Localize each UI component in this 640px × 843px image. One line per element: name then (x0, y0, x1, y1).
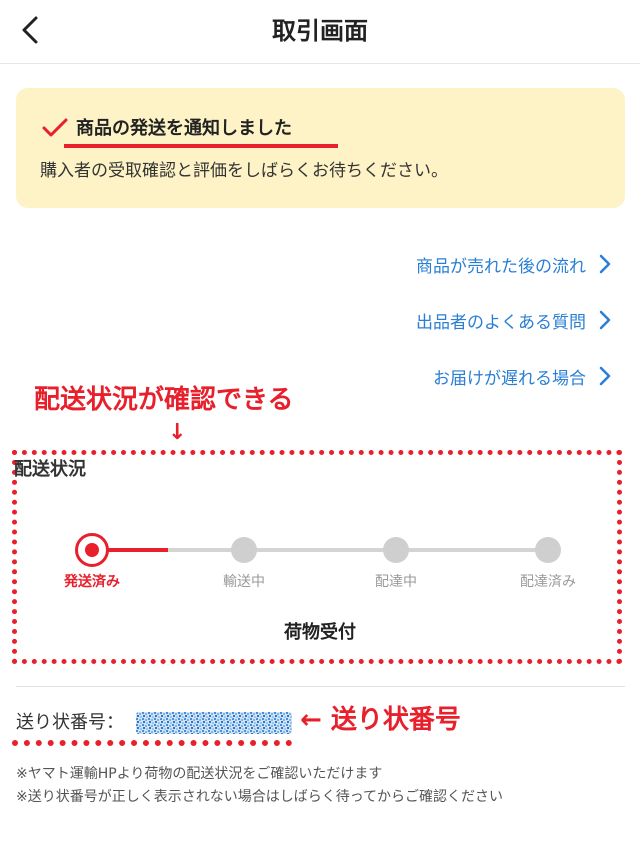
chevron-right-icon (599, 366, 611, 386)
page-title: 取引画面 (272, 17, 368, 45)
step-marker-out-for-delivery (383, 537, 409, 563)
link-flow-after-sale[interactable]: 商品が売れた後の流れ (416, 249, 612, 279)
link-seller-faq[interactable]: 出品者のよくある質問 (416, 305, 612, 335)
link-label: 商品が売れた後の流れ (416, 256, 586, 277)
notice-title: 商品の発送を通知しました (76, 118, 292, 139)
link-label: お届けが遅れる場合 (433, 368, 586, 389)
note-wait: ※送り状番号が正しく表示されない場合はしばらく待ってからご確認ください (16, 789, 504, 805)
step-label-delivered: 配達済み (520, 574, 576, 590)
tracking-number-label: 送り状番号： (16, 712, 124, 733)
check-icon (42, 118, 68, 137)
step-label-shipped: 発送済み (64, 574, 120, 590)
note-yamato: ※ヤマト運輸HPより荷物の配送状況をご確認いただけます (16, 766, 383, 782)
chevron-right-icon (599, 310, 611, 330)
step-label-out-for-delivery: 配達中 (375, 574, 417, 590)
tracking-number-highlight (12, 740, 292, 746)
annotation-status-caption: 配送状況が確認できる (34, 385, 294, 415)
down-arrow-icon: ↓ (168, 420, 187, 445)
link-delivery-delay[interactable]: お届けが遅れる場合 (433, 361, 612, 391)
step-label-in-transit: 輸送中 (223, 574, 265, 590)
link-label: 出品者のよくある質問 (416, 312, 586, 333)
shipping-notice: 商品の発送を通知しました 購入者の受取確認と評価をしばらくお待ちください。 (16, 88, 625, 208)
current-status: 荷物受付 (284, 622, 356, 643)
step-marker-shipped (75, 533, 109, 567)
delivery-status-heading: 配送状況 (14, 459, 86, 480)
annotation-tracking-caption: ← 送り状番号 (300, 705, 461, 735)
tracking-number-redacted[interactable] (136, 712, 292, 734)
notice-title-highlight (64, 144, 338, 148)
step-marker-inner (85, 543, 99, 557)
notice-body: 購入者の受取確認と評価をしばらくお待ちください。 (40, 161, 448, 181)
divider (16, 686, 625, 687)
step-marker-in-transit (231, 537, 257, 563)
step-marker-delivered (535, 537, 561, 563)
chevron-right-icon (599, 254, 611, 274)
